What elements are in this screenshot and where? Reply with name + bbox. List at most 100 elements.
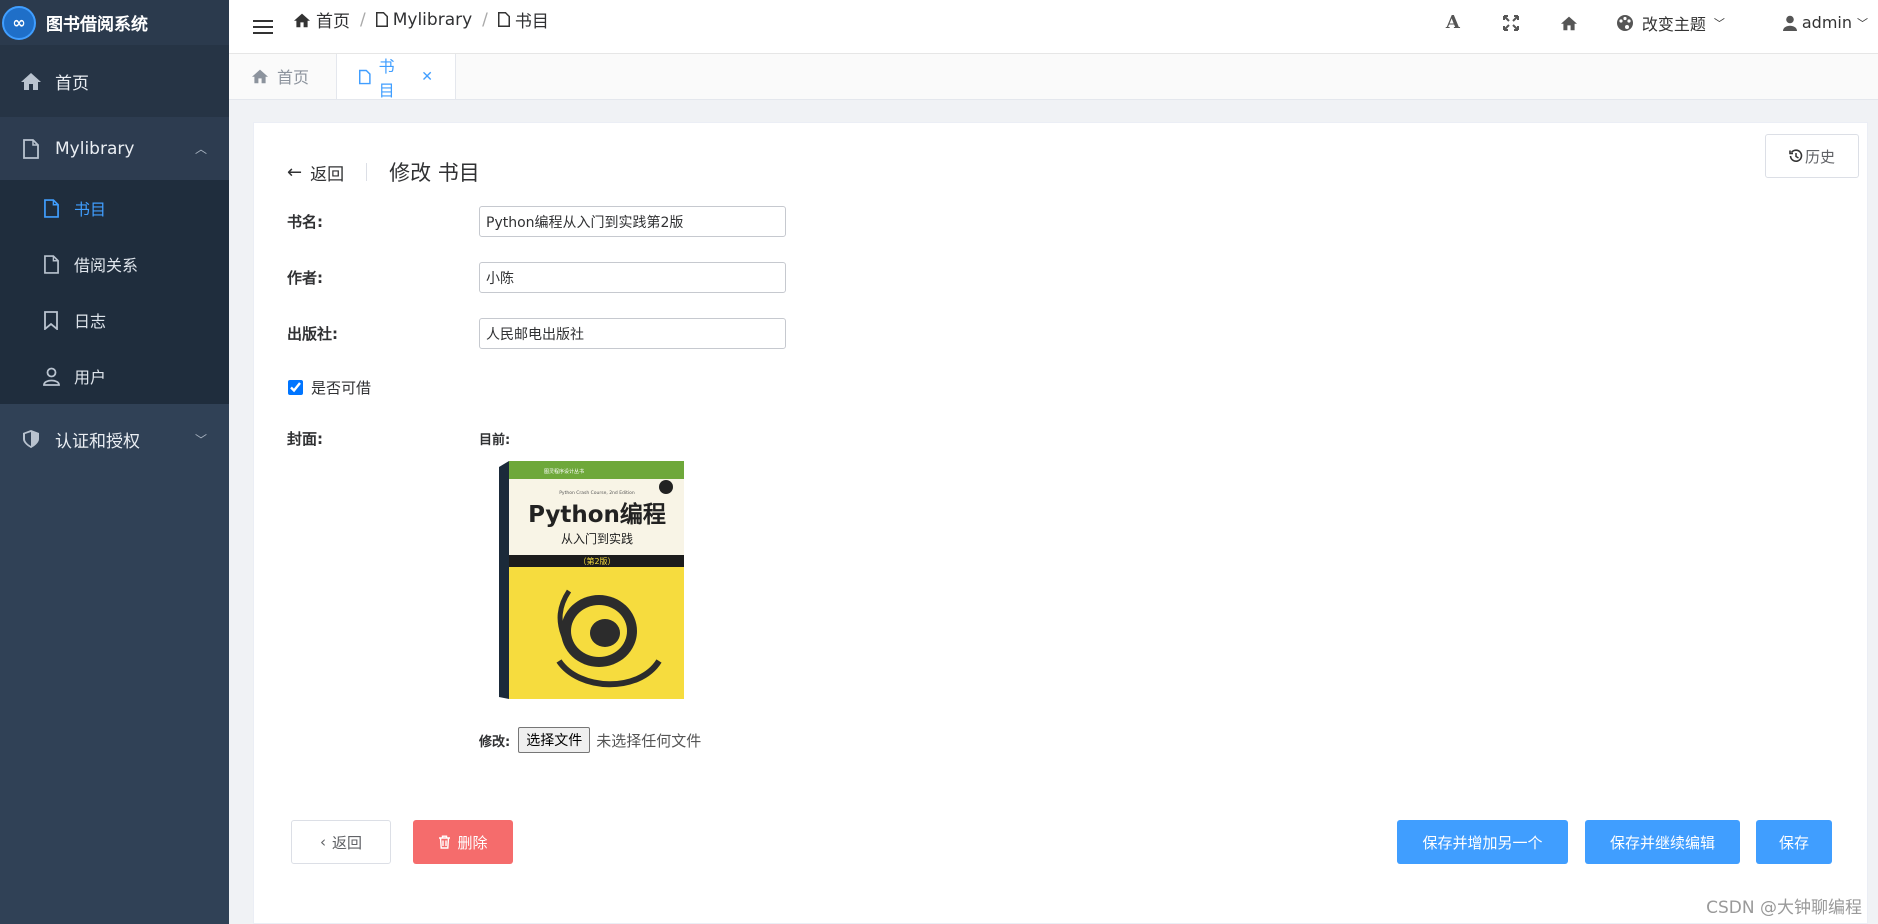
user-icon <box>1782 15 1797 31</box>
publisher-label: 出版社: <box>287 325 338 343</box>
cover-main-title: Python编程 <box>528 501 666 528</box>
theme-dropdown[interactable]: 改变主题 ﹀ <box>1616 11 1725 35</box>
tab-label: 首页 <box>277 68 310 87</box>
back-button[interactable]: ‹ 返回 <box>291 820 391 864</box>
header-tools: A 改变主题 ﹀ admin ﹀ <box>1424 0 1878 45</box>
choose-file-button[interactable]: 选择文件 <box>518 727 591 753</box>
file-status: 未选择任何文件 <box>596 731 702 750</box>
breadcrumb-item-books: 书目 <box>497 7 549 32</box>
file-icon <box>359 69 371 84</box>
hamburger-icon[interactable] <box>253 16 273 38</box>
page-header: ← 返回 修改 书目 <box>287 157 480 187</box>
file-icon <box>20 138 42 159</box>
sidebar-group-mylibrary[interactable]: Mylibrary ︿ <box>0 117 229 180</box>
sidebar-group-label: Mylibrary <box>55 138 135 159</box>
arrow-left-icon: ← <box>287 161 303 183</box>
user-icon <box>42 367 60 386</box>
sidebar-item-label: 首页 <box>55 73 89 94</box>
sidebar-group-auth[interactable]: 认证和授权 ﹀ <box>0 404 229 474</box>
delete-button-label: 删除 <box>457 833 488 852</box>
chevron-down-icon: ﹀ <box>194 432 207 447</box>
cover-english-title: Python Crash Course, 2nd Edition <box>559 490 635 496</box>
font-icon: A <box>1445 12 1460 33</box>
form-row-author: 作者: <box>287 262 786 293</box>
close-icon[interactable]: ✕ <box>421 69 433 85</box>
watermark: CSDN @大钟聊编程 <box>1706 898 1862 918</box>
font-size-button[interactable]: A <box>1424 0 1482 45</box>
back-link[interactable]: ← 返回 <box>287 160 344 185</box>
author-input[interactable] <box>479 262 786 293</box>
tab-books[interactable]: 书目 ✕ <box>336 54 456 100</box>
file-icon <box>497 12 510 27</box>
file-icon <box>375 12 388 27</box>
sidebar: ∞ 图书借阅系统 首页 Mylibrary ︿ 书目 借阅关系 日志 用户 认证… <box>0 0 229 924</box>
borrowable-checkbox[interactable] <box>288 380 303 395</box>
sidebar-item-books[interactable]: 书目 <box>0 180 229 236</box>
chevron-left-icon: ‹ <box>319 833 326 851</box>
chevron-down-icon: ﹀ <box>1713 16 1725 30</box>
infinity-icon: ∞ <box>2 5 36 40</box>
tab-home[interactable]: 首页 <box>229 54 336 98</box>
home-button[interactable] <box>1540 0 1598 45</box>
delete-button[interactable]: 删除 <box>413 820 513 864</box>
fullscreen-icon <box>1502 14 1519 31</box>
home-icon <box>1560 16 1577 30</box>
breadcrumb-item-home[interactable]: 首页 <box>293 7 350 32</box>
sidebar-item-home[interactable]: 首页 <box>0 45 229 117</box>
modify-cover-row: 修改: 选择文件 未选择任何文件 <box>479 727 701 753</box>
back-label: 返回 <box>310 164 345 185</box>
borrowable-label: 是否可借 <box>311 379 372 397</box>
save-button[interactable]: 保存 <box>1756 820 1832 864</box>
borrowable-row: 是否可借 <box>287 377 371 398</box>
bookmark-icon <box>42 310 60 330</box>
history-label: 历史 <box>1804 147 1835 166</box>
save-and-continue-label: 保存并继续编辑 <box>1609 833 1715 852</box>
cover-edition: （第2版） <box>578 556 615 566</box>
sidebar-item-label: 书目 <box>74 200 107 219</box>
breadcrumb: 首页 / Mylibrary / 书目 <box>293 7 549 32</box>
title-input[interactable] <box>479 206 786 237</box>
history-button[interactable]: 历史 <box>1765 134 1859 178</box>
divider <box>366 163 368 181</box>
trash-icon <box>439 835 451 849</box>
author-label: 作者: <box>287 269 323 287</box>
cover-label: 封面: <box>287 430 323 448</box>
file-icon <box>42 254 60 274</box>
save-and-add-label: 保存并增加另一个 <box>1422 833 1543 852</box>
home-icon <box>294 13 310 27</box>
back-button-label: 返回 <box>331 833 362 852</box>
user-menu[interactable]: admin ﹀ <box>1782 13 1868 32</box>
save-and-continue-button[interactable]: 保存并继续编辑 <box>1585 820 1740 864</box>
app-logo[interactable]: ∞ 图书借阅系统 <box>0 0 229 45</box>
history-icon <box>1789 149 1803 162</box>
fullscreen-button[interactable] <box>1482 0 1540 45</box>
top-header: 首页 / Mylibrary / 书目 A 改变主题 ﹀ admin ﹀ <box>229 0 1878 54</box>
save-label: 保存 <box>1778 833 1809 852</box>
save-and-add-button[interactable]: 保存并增加另一个 <box>1397 820 1568 864</box>
palette-icon <box>1616 14 1633 31</box>
sidebar-submenu: 书目 借阅关系 日志 用户 <box>0 180 229 404</box>
tab-label: 书目 <box>378 56 395 100</box>
page-title: 修改 书目 <box>389 161 480 185</box>
breadcrumb-item-mylibrary[interactable]: Mylibrary <box>375 10 472 30</box>
sidebar-item-users[interactable]: 用户 <box>0 348 229 404</box>
chevron-up-icon: ︿ <box>194 142 207 156</box>
modify-label: 修改: <box>479 734 511 750</box>
chevron-down-icon: ﹀ <box>1857 16 1868 30</box>
form-row-publisher: 出版社: <box>287 318 786 349</box>
title-label: 书名: <box>287 213 323 231</box>
sidebar-item-borrow-relations[interactable]: 借阅关系 <box>0 236 229 292</box>
publisher-input[interactable] <box>479 318 786 349</box>
user-name: admin <box>1801 13 1852 32</box>
sidebar-item-label: 用户 <box>74 368 107 387</box>
file-icon <box>42 198 60 218</box>
home-icon <box>20 71 42 91</box>
cover-series: 图灵程序设计丛书 <box>544 468 584 475</box>
theme-label: 改变主题 <box>1641 14 1706 34</box>
sidebar-item-label: 日志 <box>74 312 107 331</box>
tags-view: 首页 书目 ✕ <box>229 54 1878 100</box>
sidebar-item-label: 借阅关系 <box>74 256 139 275</box>
edit-form-card: 历史 ← 返回 修改 书目 书名: 作者: 出版社: 是否可借 封面: 目前: … <box>253 122 1868 924</box>
book-cover-image[interactable]: Python编程 从入门到实践 （第2版） Python Crash Cours… <box>499 461 684 699</box>
sidebar-item-logs[interactable]: 日志 <box>0 292 229 348</box>
